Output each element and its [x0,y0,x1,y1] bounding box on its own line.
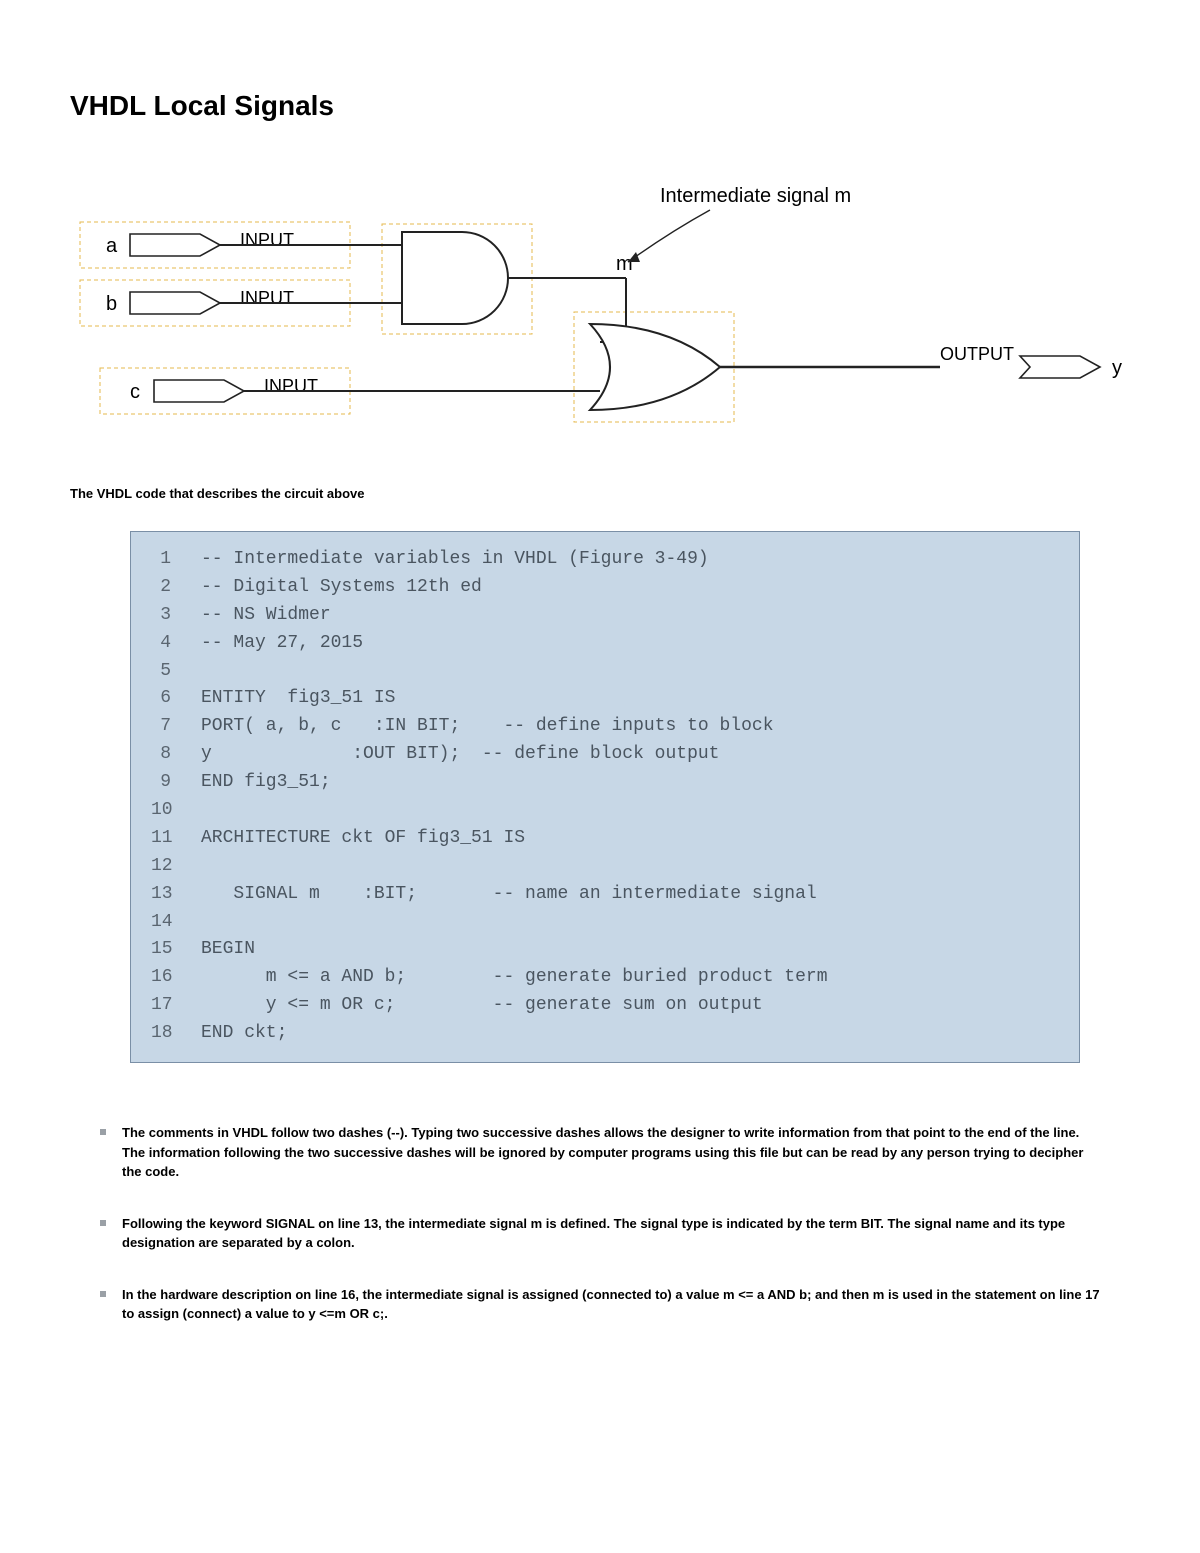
line-number: 9 [151,769,201,797]
line-number: 7 [151,713,201,741]
line-number: 2 [151,574,201,602]
line-number: 3 [151,602,201,630]
code-line: 11ARCHITECTURE ckt OF fig3_51 IS [151,825,1059,853]
line-number: 15 [151,936,201,964]
code-text: END fig3_51; [201,769,331,797]
code-text: -- Digital Systems 12th ed [201,574,482,602]
code-line: 14 [151,909,1059,937]
line-number: 12 [151,853,201,881]
line-number: 18 [151,1020,201,1048]
line-number: 11 [151,825,201,853]
code-line: 4-- May 27, 2015 [151,630,1059,658]
line-number: 1 [151,546,201,574]
diagram-caption: The VHDL code that describes the circuit… [70,486,1130,501]
code-text: ARCHITECTURE ckt OF fig3_51 IS [201,825,525,853]
code-text: ENTITY fig3_51 IS [201,685,395,713]
intermediate-annotation: Intermediate signal m [660,185,851,207]
code-line: 18END ckt; [151,1020,1059,1048]
note-item: The comments in VHDL follow two dashes (… [100,1123,1100,1182]
input-a-tag: INPUT [240,230,294,250]
code-text: SIGNAL m :BIT; -- name an intermediate s… [201,881,817,909]
notes-list: The comments in VHDL follow two dashes (… [70,1123,1130,1324]
line-number: 16 [151,964,201,992]
code-line: 7PORT( a, b, c :IN BIT; -- define inputs… [151,713,1059,741]
code-text: PORT( a, b, c :IN BIT; -- define inputs … [201,713,774,741]
code-line: 5 [151,658,1059,686]
code-text: -- May 27, 2015 [201,630,363,658]
line-number: 17 [151,992,201,1020]
line-number: 13 [151,881,201,909]
line-number: 4 [151,630,201,658]
code-line: 1-- Intermediate variables in VHDL (Figu… [151,546,1059,574]
code-text: y :OUT BIT); -- define block output [201,741,719,769]
code-line: 10 [151,797,1059,825]
input-a-label: a [106,235,118,257]
code-line: 15BEGIN [151,936,1059,964]
code-line: 9END fig3_51; [151,769,1059,797]
input-b-tag: INPUT [240,288,294,308]
line-number: 14 [151,909,201,937]
note-item: Following the keyword SIGNAL on line 13,… [100,1214,1100,1253]
code-line: 2-- Digital Systems 12th ed [151,574,1059,602]
code-text: m <= a AND b; -- generate buried product… [201,964,828,992]
code-text: -- Intermediate variables in VHDL (Figur… [201,546,709,574]
output-y-label: y [1112,357,1122,379]
input-c-label: c [130,381,140,403]
line-number: 10 [151,797,201,825]
line-number: 5 [151,658,201,686]
line-number: 6 [151,685,201,713]
input-c-tag: INPUT [264,376,318,396]
code-text: y <= m OR c; -- generate sum on output [201,992,763,1020]
code-line: 13 SIGNAL m :BIT; -- name an intermediat… [151,881,1059,909]
code-text: -- NS Widmer [201,602,331,630]
output-tag: OUTPUT [940,344,1014,364]
line-number: 8 [151,741,201,769]
code-line: 3-- NS Widmer [151,602,1059,630]
code-line: 16 m <= a AND b; -- generate buried prod… [151,964,1059,992]
code-line: 8y :OUT BIT); -- define block output [151,741,1059,769]
code-line: 12 [151,853,1059,881]
code-line: 17 y <= m OR c; -- generate sum on outpu… [151,992,1059,1020]
signal-m-label: m [616,253,633,275]
code-text: END ckt; [201,1020,287,1048]
code-text: BEGIN [201,936,255,964]
code-line: 6ENTITY fig3_51 IS [151,685,1059,713]
input-b-label: b [106,293,117,315]
page-title: VHDL Local Signals [70,90,1130,122]
note-item: In the hardware description on line 16, … [100,1285,1100,1324]
circuit-diagram: a INPUT b INPUT c INPUT m [70,182,1130,462]
vhdl-code-block: 1-- Intermediate variables in VHDL (Figu… [130,531,1080,1063]
